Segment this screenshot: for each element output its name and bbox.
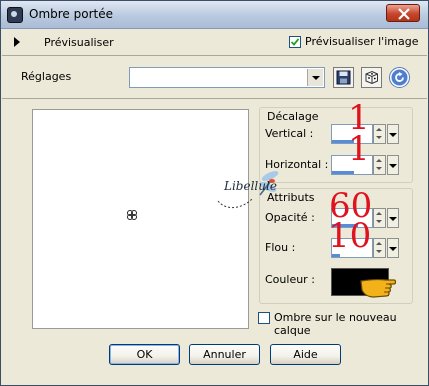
- expand-arrow-icon[interactable]: [14, 37, 20, 47]
- blur-value: 10: [328, 216, 372, 256]
- preview-row: Prévisualiser Prévisualiser l'image: [2, 29, 427, 56]
- help-button[interactable]: Aide: [270, 344, 341, 365]
- horizontal-value: 1: [348, 129, 370, 169]
- watermark-text: Libellule: [224, 179, 277, 193]
- app-icon: [7, 7, 23, 23]
- vertical-label: Vertical :: [265, 127, 314, 140]
- horizontal-field-bar: [332, 171, 354, 174]
- blur-label: Flou :: [265, 241, 296, 254]
- ok-button[interactable]: OK: [109, 344, 180, 365]
- vertical-spinner[interactable]: [373, 124, 386, 144]
- color-label: Couleur :: [265, 273, 315, 286]
- horizontal-dropdown[interactable]: [387, 155, 399, 175]
- opacity-dropdown[interactable]: [387, 208, 399, 228]
- cancel-button[interactable]: Annuler: [189, 344, 260, 365]
- new-layer-shadow-checkbox[interactable]: [258, 312, 270, 324]
- window-title: Ombre portée: [29, 7, 113, 21]
- opacity-spinner[interactable]: [373, 208, 386, 228]
- horizontal-spinner[interactable]: [373, 155, 386, 175]
- settings-row: Réglages: [2, 56, 427, 99]
- close-button[interactable]: [386, 4, 420, 22]
- vertical-dropdown[interactable]: [387, 124, 399, 144]
- blur-dropdown[interactable]: [387, 238, 399, 258]
- pointing-hand-icon: [360, 278, 397, 298]
- save-preset-button[interactable]: [333, 67, 354, 88]
- new-layer-shadow-label: Ombre sur le nouveau calque: [274, 311, 397, 337]
- reset-button[interactable]: [389, 67, 410, 88]
- settings-combobox[interactable]: [129, 67, 325, 88]
- dialog-window: Ombre portée Prévisualiser Prévisualiser…: [0, 0, 429, 386]
- preview-label: Prévisualiser: [44, 36, 114, 49]
- close-icon: [398, 8, 410, 20]
- move-cross-icon[interactable]: [126, 209, 138, 221]
- settings-dropdown-button[interactable]: [307, 69, 323, 86]
- preview-canvas[interactable]: [32, 109, 249, 329]
- offset-group-title: Décalage: [265, 110, 321, 123]
- blur-spinner[interactable]: [373, 238, 386, 258]
- preview-image-label: Prévisualiser l'image: [305, 35, 419, 48]
- save-icon: [336, 70, 351, 85]
- checkmark-icon: [291, 38, 299, 46]
- dialog-client: Prévisualiser Prévisualiser l'image Régl…: [2, 29, 427, 385]
- preview-image-checkbox[interactable]: [289, 36, 301, 48]
- title-bar[interactable]: Ombre portée: [1, 1, 428, 29]
- dice-icon: [365, 70, 378, 85]
- settings-label: Réglages: [21, 70, 72, 83]
- random-preset-button[interactable]: [361, 67, 382, 88]
- reset-icon: [391, 69, 408, 86]
